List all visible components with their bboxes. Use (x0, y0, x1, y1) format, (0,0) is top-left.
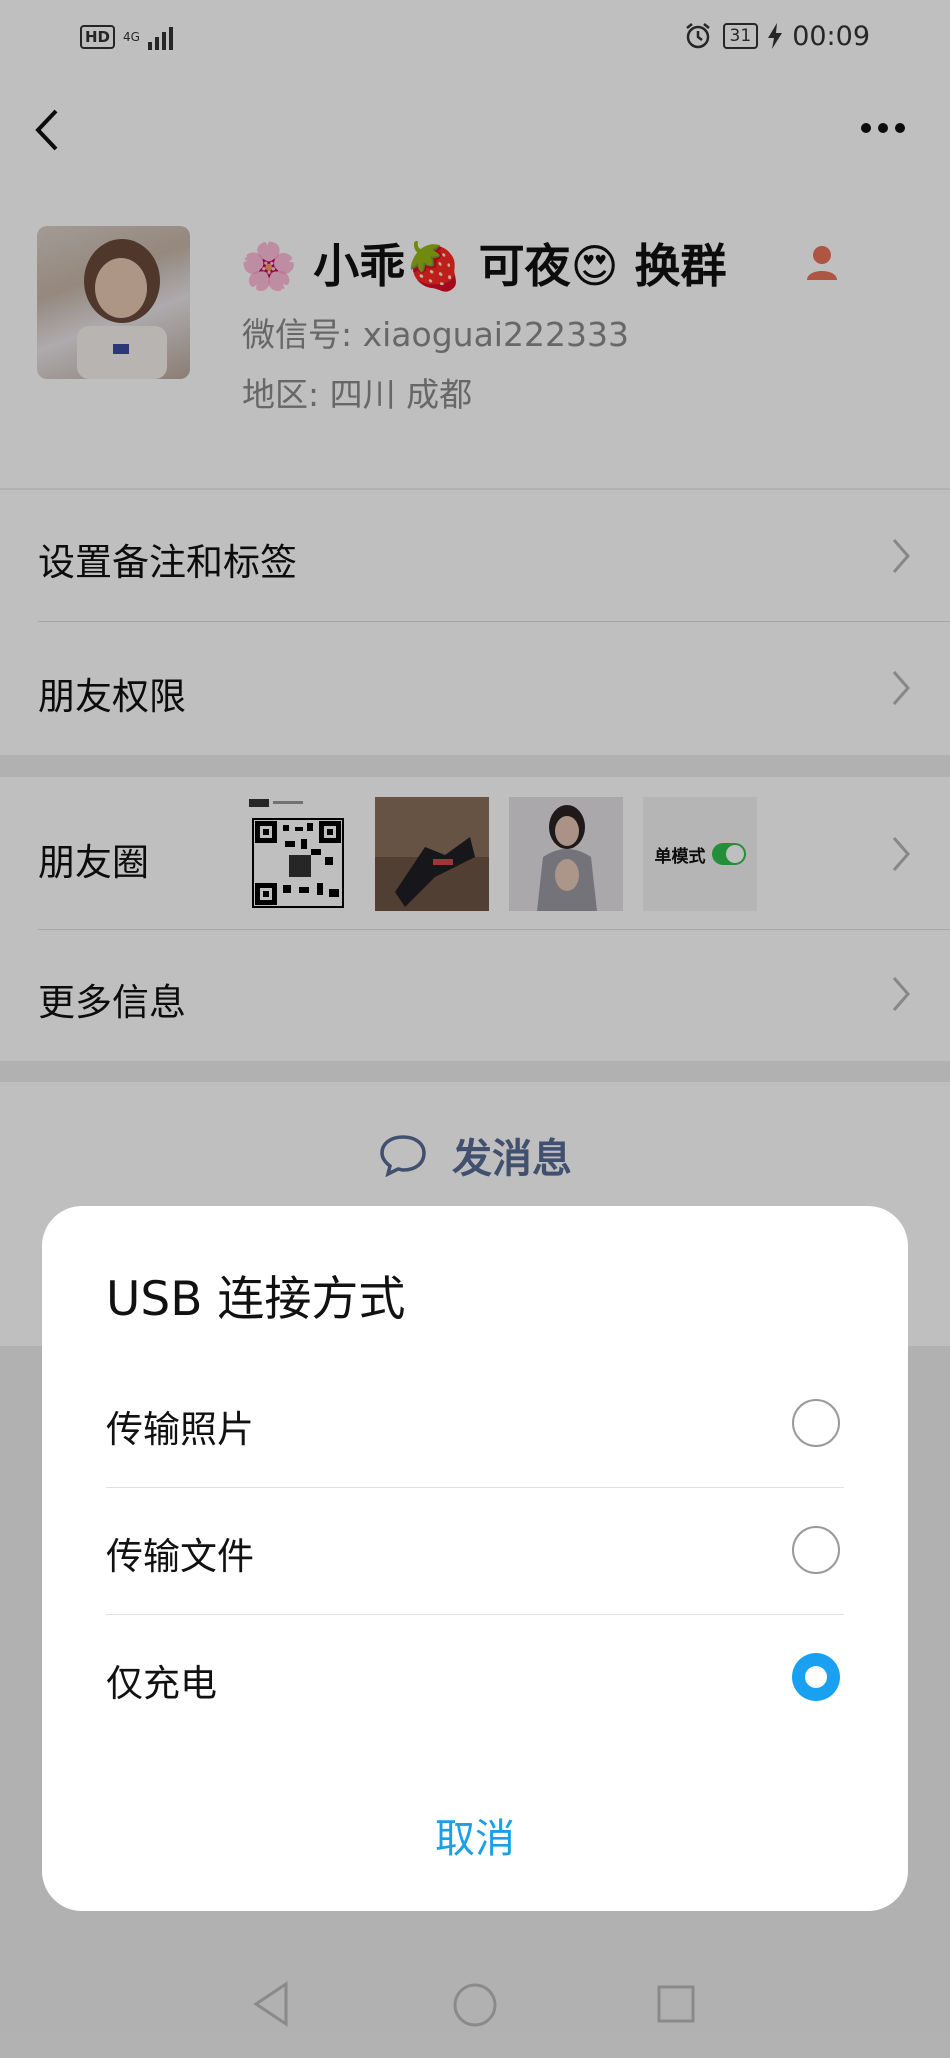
usb-connection-dialog: USB 连接方式 传输照片 传输文件 仅充电 取消 (42, 1206, 908, 1911)
nav-back-icon[interactable] (250, 1980, 292, 2028)
option-label: 仅充电 (106, 1662, 217, 1705)
radio-button[interactable] (792, 1399, 840, 1447)
cancel-button[interactable]: 取消 (42, 1806, 908, 1864)
radio-button-selected[interactable] (792, 1653, 840, 1701)
nav-home-icon[interactable] (452, 1982, 498, 2028)
option-label: 传输文件 (106, 1535, 254, 1578)
nav-recents-icon[interactable] (656, 1984, 696, 2024)
option-transfer-files[interactable]: 传输文件 (106, 1488, 844, 1615)
option-transfer-photos[interactable]: 传输照片 (106, 1361, 844, 1488)
system-nav-bar (0, 1900, 950, 2058)
dialog-title: USB 连接方式 (106, 1272, 406, 1327)
option-label: 传输照片 (106, 1408, 254, 1451)
option-charge-only[interactable]: 仅充电 (106, 1615, 844, 1742)
radio-button[interactable] (792, 1526, 840, 1574)
